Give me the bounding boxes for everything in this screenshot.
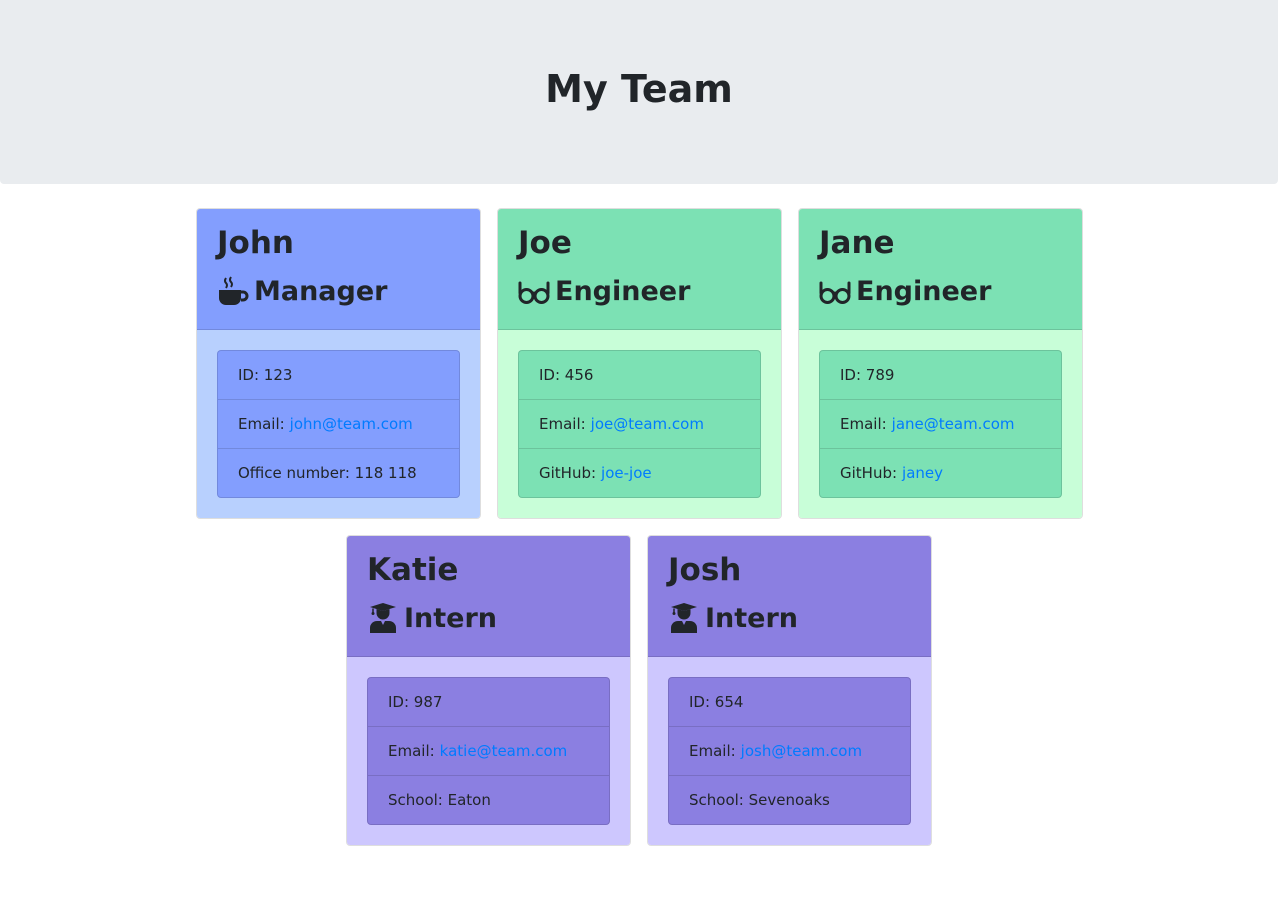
card-header: John Manager [197, 209, 480, 330]
card-body: ID: 123 Email: john@team.com Office numb… [197, 330, 480, 518]
github-link[interactable]: joe-joe [601, 464, 652, 482]
id-text: ID: 123 [238, 366, 293, 384]
details-list: ID: 987 Email: katie@team.com School: Ea… [367, 677, 610, 825]
page-header: My Team [0, 0, 1278, 184]
email-label: Email: [689, 742, 736, 760]
details-list: ID: 654 Email: josh@team.com School: Sev… [668, 677, 911, 825]
github-item: GitHub: janey [820, 449, 1061, 497]
card-header: Jane Engineer [799, 209, 1082, 330]
email-item: Email: jane@team.com [820, 400, 1061, 449]
email-link[interactable]: john@team.com [290, 415, 413, 433]
id-text: ID: 456 [539, 366, 594, 384]
card-body: ID: 789 Email: jane@team.com GitHub: jan… [799, 330, 1082, 518]
details-list: ID: 456 Email: joe@team.com GitHub: joe-… [518, 350, 761, 498]
github-label: GitHub: [539, 464, 597, 482]
card-body: ID: 654 Email: josh@team.com School: Sev… [648, 657, 931, 845]
github-link[interactable]: janey [902, 464, 943, 482]
role-label: Engineer [555, 275, 691, 307]
github-label: GitHub: [840, 464, 898, 482]
email-link[interactable]: katie@team.com [440, 742, 568, 760]
school-text: School: Sevenoaks [689, 791, 830, 809]
card-header: Joe Engineer [498, 209, 781, 330]
card-header: Katie Intern [347, 536, 630, 657]
employee-role: Intern [367, 592, 610, 644]
role-label: Manager [254, 275, 388, 307]
role-label: Engineer [856, 275, 992, 307]
card-body: ID: 456 Email: joe@team.com GitHub: joe-… [498, 330, 781, 518]
github-item: GitHub: joe-joe [519, 449, 760, 497]
employee-card-john: John Manager ID: 123 Email: john@team.co… [196, 208, 481, 519]
employee-card-katie: Katie Intern ID: 987 Email: katie@team.c… [346, 535, 631, 846]
id-item: ID: 789 [820, 351, 1061, 400]
id-item: ID: 654 [669, 678, 910, 727]
email-link[interactable]: jane@team.com [892, 415, 1015, 433]
card-header: Josh Intern [648, 536, 931, 657]
id-text: ID: 987 [388, 693, 443, 711]
school-item: School: Eaton [368, 776, 609, 824]
employee-name: Katie [367, 552, 459, 588]
employee-role: Intern [668, 592, 911, 644]
details-list: ID: 123 Email: john@team.com Office numb… [217, 350, 460, 498]
card-body: ID: 987 Email: katie@team.com School: Ea… [347, 657, 630, 845]
role-label: Intern [705, 602, 799, 634]
employee-role: Manager [217, 265, 460, 317]
coffee-icon [217, 275, 249, 307]
email-label: Email: [840, 415, 887, 433]
email-link[interactable]: joe@team.com [591, 415, 704, 433]
email-item: Email: josh@team.com [669, 727, 910, 776]
office-number-item: Office number: 118 118 [218, 449, 459, 497]
employee-card-jane: Jane Engineer ID: 789 Email: jane@team.c… [798, 208, 1083, 519]
page-title: My Team [545, 67, 733, 111]
id-text: ID: 654 [689, 693, 744, 711]
id-text: ID: 789 [840, 366, 895, 384]
employee-name: Joe [518, 225, 572, 261]
employee-card-joe: Joe Engineer ID: 456 Email: joe@team.com [497, 208, 782, 519]
email-label: Email: [539, 415, 586, 433]
id-item: ID: 123 [218, 351, 459, 400]
id-item: ID: 456 [519, 351, 760, 400]
employee-name: Jane [819, 225, 895, 261]
employee-name: John [217, 225, 294, 261]
glasses-icon [518, 275, 550, 307]
email-item: Email: john@team.com [218, 400, 459, 449]
glasses-icon [819, 275, 851, 307]
email-item: Email: katie@team.com [368, 727, 609, 776]
role-label: Intern [404, 602, 498, 634]
email-link[interactable]: josh@team.com [741, 742, 862, 760]
graduate-icon [668, 602, 700, 634]
id-item: ID: 987 [368, 678, 609, 727]
email-label: Email: [238, 415, 285, 433]
email-label: Email: [388, 742, 435, 760]
details-list: ID: 789 Email: jane@team.com GitHub: jan… [819, 350, 1062, 498]
employee-card-josh: Josh Intern ID: 654 Email: josh@team.com… [647, 535, 932, 846]
office-number-text: Office number: 118 118 [238, 464, 417, 482]
graduate-icon [367, 602, 399, 634]
employee-name: Josh [668, 552, 742, 588]
school-text: School: Eaton [388, 791, 491, 809]
school-item: School: Sevenoaks [669, 776, 910, 824]
employee-role: Engineer [819, 265, 1062, 317]
employee-role: Engineer [518, 265, 761, 317]
email-item: Email: joe@team.com [519, 400, 760, 449]
